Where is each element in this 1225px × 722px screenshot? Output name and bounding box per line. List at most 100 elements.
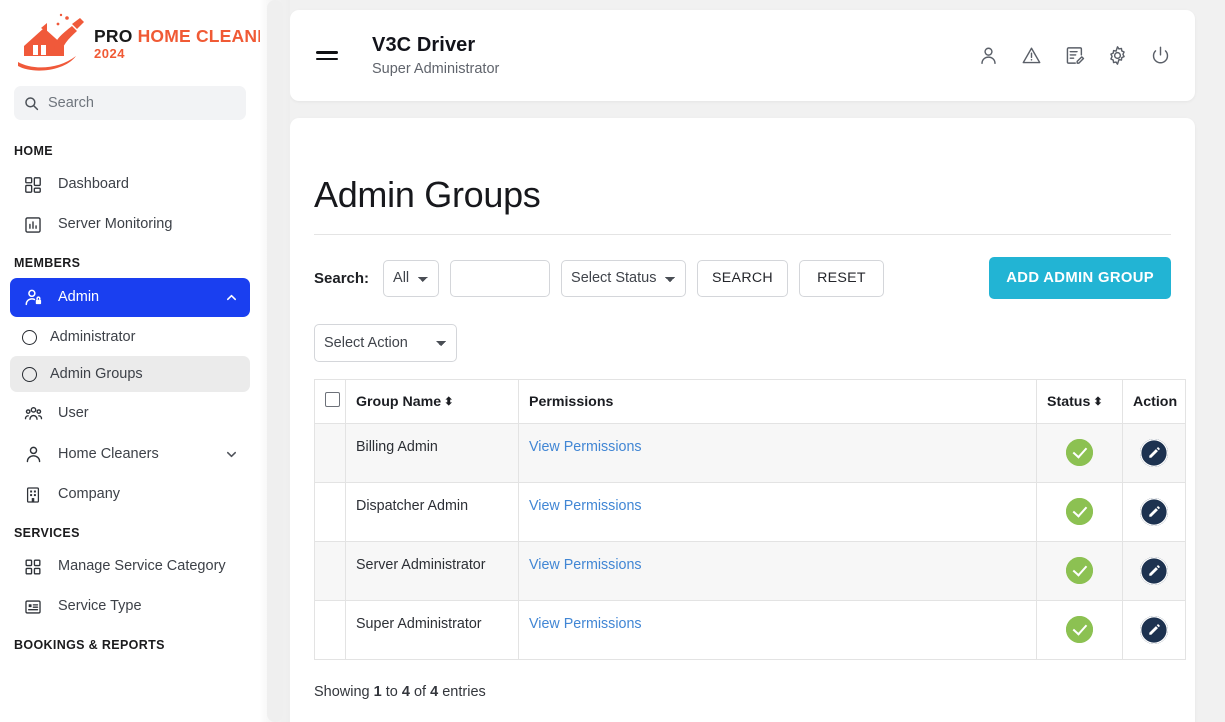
dashboard-grid-icon — [22, 176, 44, 194]
view-permissions-link[interactable]: View Permissions — [529, 498, 642, 514]
sidebar-item-label: Home Cleaners — [58, 445, 159, 462]
table-header-row: Group Name ⬍ Permissions Status ⬍ Action — [314, 379, 1186, 425]
sidebar-item-company[interactable]: Company — [10, 476, 250, 514]
column-status[interactable]: Status ⬍ — [1036, 379, 1123, 425]
sidebar-item-dashboard[interactable]: Dashboard — [10, 166, 250, 204]
chevron-up-icon[interactable] — [225, 291, 238, 304]
row-action — [1122, 600, 1186, 661]
row-status — [1036, 541, 1123, 602]
sidebar-section-bookings-reports: BOOKINGS & REPORTS — [14, 638, 165, 652]
sidebar-item-label: User — [58, 404, 89, 421]
sort-toggle-icon[interactable]: ⬍ — [1093, 396, 1102, 408]
showing-total: 4 — [430, 684, 439, 701]
row-group-name: Billing Admin — [345, 423, 519, 484]
check-circle-icon[interactable] — [1066, 498, 1093, 526]
sidebar-section-home: HOME — [14, 144, 53, 158]
table-row: Dispatcher Admin View Permissions — [314, 482, 1186, 543]
sidebar-scrollbar[interactable] — [260, 0, 290, 722]
sidebar-nav: HOME Dashboard Server Monitoring MEMBERS… — [0, 120, 260, 658]
chevron-down-icon[interactable] — [225, 448, 238, 461]
sidebar-item-service-type[interactable]: Service Type — [10, 588, 250, 626]
user-lock-icon — [22, 288, 44, 307]
column-label: Action — [1133, 393, 1178, 410]
sidebar-item-server-monitoring[interactable]: Server Monitoring — [10, 206, 250, 244]
select-all-header — [314, 379, 346, 425]
row-permissions: View Permissions — [518, 482, 1037, 543]
row-status — [1036, 423, 1123, 484]
status-select[interactable]: Select Status — [561, 259, 687, 297]
check-circle-icon[interactable] — [1066, 616, 1093, 644]
top-bar: V3C Driver Super Administrator — [290, 10, 1195, 101]
search-input[interactable] — [48, 95, 236, 111]
search-query-input[interactable] — [450, 259, 551, 297]
radio-circle-icon — [22, 366, 37, 382]
brand-logo[interactable]: PRO HOME CLEANING 2024 — [0, 0, 260, 82]
check-circle-icon[interactable] — [1066, 557, 1093, 585]
checkbox-icon[interactable] — [325, 392, 340, 408]
sidebar-item-admin[interactable]: Admin — [10, 278, 250, 317]
row-group-name: Dispatcher Admin — [345, 482, 519, 543]
search-button[interactable]: SEARCH — [697, 259, 788, 297]
edit-pencil-icon[interactable] — [1140, 557, 1168, 586]
column-label: Group Name — [356, 393, 442, 410]
sidebar-item-label: Admin — [58, 288, 100, 305]
sidebar-search[interactable] — [14, 86, 246, 120]
row-status — [1036, 600, 1123, 661]
edit-pencil-icon[interactable] — [1140, 616, 1168, 645]
view-permissions-link[interactable]: View Permissions — [529, 616, 642, 632]
bulk-action-select[interactable]: Select Action — [314, 324, 457, 363]
sidebar-item-label: Server Monitoring — [58, 216, 173, 233]
row-checkbox-cell[interactable] — [314, 423, 346, 484]
row-checkbox-cell[interactable] — [314, 541, 346, 602]
reset-button[interactable]: RESET — [798, 259, 884, 297]
row-permissions: View Permissions — [518, 541, 1037, 602]
view-permissions-link[interactable]: View Permissions — [529, 439, 642, 455]
showing-to: 4 — [401, 684, 410, 701]
sidebar-item-label: Manage Service Category — [58, 558, 226, 575]
sidebar-item-administrator[interactable]: Administrator — [10, 319, 250, 355]
showing-suffix: entries — [438, 684, 486, 701]
add-admin-group-button[interactable]: ADD ADMIN GROUP — [989, 257, 1171, 300]
sidebar-section-members: MEMBERS — [14, 256, 81, 270]
sidebar-section-services: SERVICES — [14, 526, 80, 540]
main-content: V3C Driver Super Administrator Admin Gro… — [290, 0, 1225, 722]
sidebar-item-user[interactable]: User — [10, 394, 250, 433]
table-row: Server Administrator View Permissions — [314, 541, 1186, 602]
sidebar-item-home-cleaners[interactable]: Home Cleaners — [10, 435, 250, 474]
sort-toggle-icon[interactable]: ⬍ — [444, 396, 453, 408]
view-permissions-link[interactable]: View Permissions — [529, 557, 642, 573]
power-logout-icon[interactable] — [1150, 45, 1171, 66]
hamburger-menu-icon[interactable] — [312, 45, 342, 66]
sidebar: PRO HOME CLEANING 2024 HOME — [0, 0, 260, 722]
column-label: Status — [1047, 393, 1091, 410]
row-checkbox-cell[interactable] — [314, 482, 346, 543]
check-circle-icon[interactable] — [1066, 439, 1093, 467]
edit-pencil-icon[interactable] — [1140, 439, 1168, 468]
brand-name-rest: HOME CLEANING — [137, 25, 260, 46]
table-body: Billing Admin View Permissions Dispatche… — [314, 423, 1186, 661]
scrollbar-thumb[interactable] — [267, 0, 283, 722]
sidebar-item-label: Administrator — [50, 329, 136, 345]
warning-triangle-icon[interactable] — [1021, 45, 1042, 66]
column-action: Action — [1122, 379, 1186, 425]
row-action — [1122, 423, 1186, 484]
edit-document-icon[interactable] — [1064, 45, 1085, 66]
edit-pencil-icon[interactable] — [1140, 498, 1168, 527]
bulk-action-row: Select Action — [314, 324, 1171, 363]
sidebar-item-admin-groups[interactable]: Admin Groups — [10, 356, 250, 392]
filter-row: Search: All Select Status SEARCH RESET A… — [314, 257, 1171, 300]
page-title: Admin Groups — [314, 166, 1171, 236]
column-group-name[interactable]: Group Name ⬍ — [345, 379, 519, 425]
settings-gear-icon[interactable] — [1107, 45, 1128, 66]
sidebar-item-label: Dashboard — [58, 176, 129, 193]
sidebar-item-manage-service-category[interactable]: Manage Service Category — [10, 548, 250, 586]
sidebar-item-label: Service Type — [58, 598, 142, 615]
app-root: PRO HOME CLEANING 2024 HOME — [0, 0, 1225, 722]
column-label: Permissions — [529, 393, 614, 410]
row-action — [1122, 482, 1186, 543]
row-checkbox-cell[interactable] — [314, 600, 346, 661]
bar-chart-icon — [22, 216, 44, 234]
search-field-select[interactable]: All — [383, 259, 440, 297]
users-group-icon — [22, 404, 44, 423]
profile-user-icon[interactable] — [978, 45, 999, 66]
